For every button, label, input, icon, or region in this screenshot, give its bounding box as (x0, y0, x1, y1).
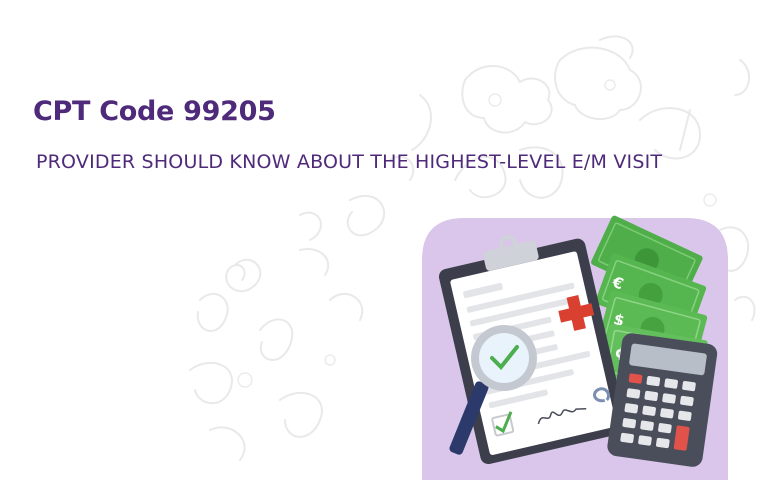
calculator-icon (607, 333, 718, 467)
page-subtitle: PROVIDER SHOULD KNOW ABOUT THE HIGHEST-L… (36, 151, 663, 173)
medical-billing-illustration: € $ ¢ (422, 215, 728, 480)
page-title: CPT Code 99205 (33, 96, 276, 127)
hero-banner: CPT Code 99205 PROVIDER SHOULD KNOW ABOU… (0, 0, 760, 480)
